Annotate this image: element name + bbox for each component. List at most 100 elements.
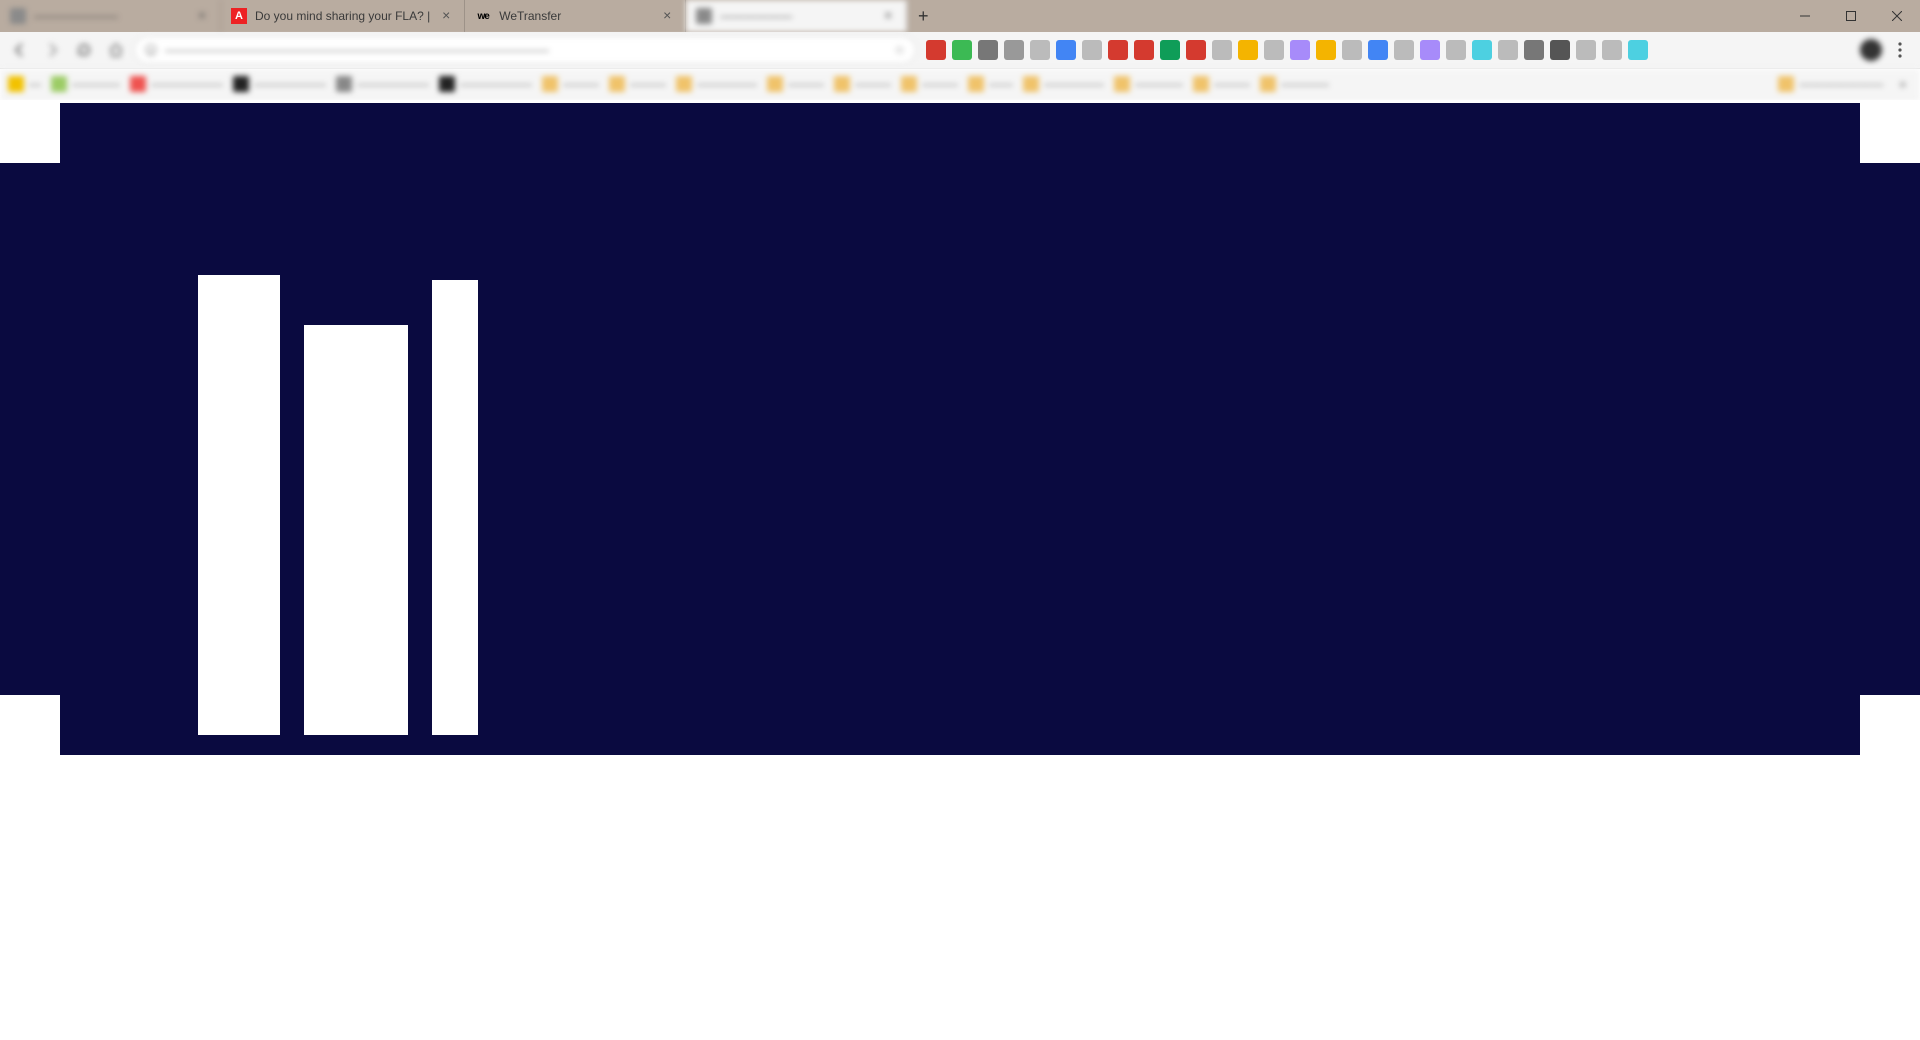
folder-icon <box>1114 76 1130 92</box>
nav-back-button[interactable] <box>6 36 34 64</box>
extension-icon-13[interactable] <box>1264 40 1284 60</box>
kebab-icon <box>1898 42 1902 58</box>
bookmark-item-11[interactable]: ——— <box>901 76 958 92</box>
bookmark-label: —————— <box>460 77 532 91</box>
extension-icon-6[interactable] <box>1082 40 1102 60</box>
bookmarks-overflow-chevron-icon[interactable]: » <box>1893 77 1912 91</box>
close-tab-icon[interactable]: × <box>880 8 896 24</box>
banner-bar-2 <box>304 325 408 735</box>
profile-avatar[interactable] <box>1860 39 1882 61</box>
folder-icon <box>968 76 984 92</box>
bookmark-item-1[interactable]: ———— <box>51 76 120 92</box>
window-controls <box>1782 0 1920 32</box>
tab-title: ——————— <box>34 9 186 23</box>
extension-icon-16[interactable] <box>1342 40 1362 60</box>
bookmark-item-9[interactable]: ——— <box>767 76 824 92</box>
extension-icon-1[interactable] <box>952 40 972 60</box>
extension-icon-5[interactable] <box>1056 40 1076 60</box>
extension-icon-12[interactable] <box>1238 40 1258 60</box>
bookmark-label: —————— <box>254 77 326 91</box>
bookmark-item-8[interactable]: ————— <box>676 76 757 92</box>
bookmark-item-15[interactable]: ——— <box>1193 76 1250 92</box>
close-tab-icon[interactable]: × <box>659 8 675 24</box>
extension-icon-20[interactable] <box>1446 40 1466 60</box>
bookmark-favicon <box>233 76 249 92</box>
bookmark-label: ——— <box>1214 77 1250 91</box>
extension-icon-27[interactable] <box>1628 40 1648 60</box>
extension-icon-11[interactable] <box>1212 40 1232 60</box>
bookmark-label: ——— <box>630 77 666 91</box>
bookmark-item-2[interactable]: —————— <box>130 76 223 92</box>
corner-top-left <box>0 103 60 163</box>
browser-tab-bar: ——————— × A Do you mind sharing your FLA… <box>0 0 1920 32</box>
bookmark-item-16[interactable]: ———— <box>1260 76 1329 92</box>
bookmark-item-13[interactable]: ————— <box>1023 76 1104 92</box>
bookmark-overflow[interactable]: ——————— <box>1778 76 1883 92</box>
bookmark-item-7[interactable]: ——— <box>609 76 666 92</box>
bookmark-item-0[interactable]: — <box>8 76 41 92</box>
extension-icon-14[interactable] <box>1290 40 1310 60</box>
extension-icon-3[interactable] <box>1004 40 1024 60</box>
window-close-button[interactable] <box>1874 0 1920 32</box>
folder-icon <box>901 76 917 92</box>
page-content <box>0 100 1920 1040</box>
tab-title: —————— <box>720 9 872 23</box>
extension-icon-26[interactable] <box>1602 40 1622 60</box>
tab-2[interactable]: we WeTransfer × <box>465 0 686 32</box>
bookmark-favicon <box>336 76 352 92</box>
banner-bars-graphic <box>198 275 478 735</box>
extension-icon-0[interactable] <box>926 40 946 60</box>
tab-3-active[interactable]: —————— × <box>686 0 907 32</box>
browser-menu-button[interactable] <box>1886 36 1914 64</box>
window-maximize-button[interactable] <box>1828 0 1874 32</box>
folder-icon <box>1778 76 1794 92</box>
address-bar[interactable]: ———————————————————————————————— ☆ <box>134 36 916 64</box>
extension-icon-24[interactable] <box>1550 40 1570 60</box>
close-icon <box>1892 11 1902 21</box>
bookmark-favicon <box>8 76 24 92</box>
extension-icon-4[interactable] <box>1030 40 1050 60</box>
extension-icon-2[interactable] <box>978 40 998 60</box>
close-tab-icon[interactable]: × <box>438 8 454 24</box>
bookmark-item-3[interactable]: —————— <box>233 76 326 92</box>
url-text: ———————————————————————————————— <box>165 43 886 57</box>
extension-icon-22[interactable] <box>1498 40 1518 60</box>
extension-icon-21[interactable] <box>1472 40 1492 60</box>
close-tab-icon[interactable]: × <box>194 8 210 24</box>
tab-1[interactable]: A Do you mind sharing your FLA? | × <box>221 0 465 32</box>
extension-icon-8[interactable] <box>1134 40 1154 60</box>
wetransfer-favicon: we <box>475 8 491 24</box>
extension-icon-10[interactable] <box>1186 40 1206 60</box>
extension-icon-25[interactable] <box>1576 40 1596 60</box>
bookmark-label: ——— <box>563 77 599 91</box>
folder-icon <box>1260 76 1276 92</box>
bookmark-item-10[interactable]: ——— <box>834 76 891 92</box>
banner-bar-3 <box>432 280 478 735</box>
bookmark-item-4[interactable]: —————— <box>336 76 429 92</box>
extension-icon-23[interactable] <box>1524 40 1544 60</box>
nav-reload-button[interactable] <box>70 36 98 64</box>
extension-icon-19[interactable] <box>1420 40 1440 60</box>
bookmark-item-14[interactable]: ———— <box>1114 76 1183 92</box>
arrow-right-icon <box>44 42 60 58</box>
nav-forward-button[interactable] <box>38 36 66 64</box>
nav-home-button[interactable] <box>102 36 130 64</box>
extension-icon-18[interactable] <box>1394 40 1414 60</box>
bookmark-item-5[interactable]: —————— <box>439 76 532 92</box>
bookmark-label: —— <box>989 77 1013 91</box>
tab-0[interactable]: ——————— × <box>0 0 221 32</box>
extension-icon-7[interactable] <box>1108 40 1128 60</box>
bookmark-item-6[interactable]: ——— <box>542 76 599 92</box>
site-info-icon <box>145 44 157 56</box>
extension-icon-17[interactable] <box>1368 40 1388 60</box>
window-minimize-button[interactable] <box>1782 0 1828 32</box>
bookmark-star-icon[interactable]: ☆ <box>894 43 905 57</box>
new-tab-button[interactable]: + <box>907 0 939 32</box>
extension-icon-15[interactable] <box>1316 40 1336 60</box>
bookmark-item-12[interactable]: —— <box>968 76 1013 92</box>
folder-icon <box>542 76 558 92</box>
tab-favicon-generic <box>696 8 712 24</box>
extension-icon-9[interactable] <box>1160 40 1180 60</box>
bookmark-label: —————— <box>357 77 429 91</box>
minimize-icon <box>1800 11 1810 21</box>
